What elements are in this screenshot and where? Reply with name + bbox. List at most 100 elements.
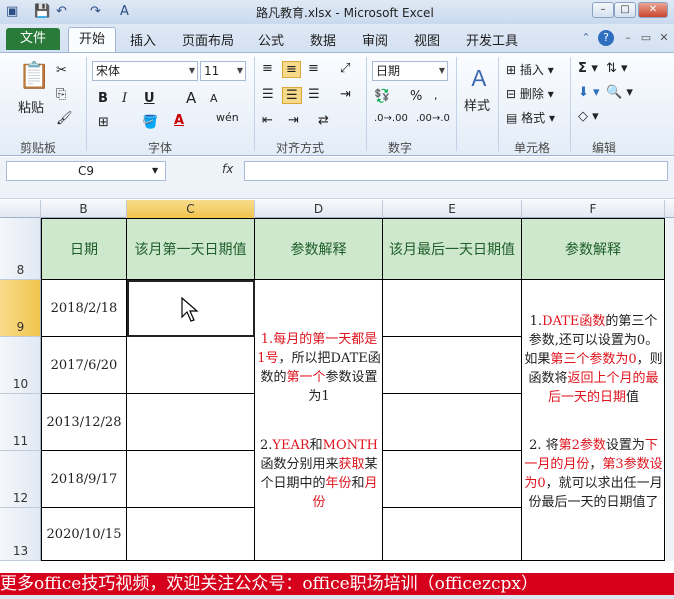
sort-filter-icon[interactable]: ⇅ ▾: [606, 61, 628, 76]
cell-c10[interactable]: [127, 337, 255, 394]
name-box[interactable]: C9: [6, 161, 166, 181]
cell-c13[interactable]: [127, 508, 255, 561]
percent-button[interactable]: %: [410, 89, 422, 104]
select-all-corner[interactable]: [0, 200, 41, 218]
date-cell[interactable]: 2020/10/15: [41, 508, 127, 561]
font-color-icon[interactable]: A: [174, 113, 184, 128]
cell-e10[interactable]: [383, 337, 522, 394]
tab-home[interactable]: 开始: [68, 27, 116, 52]
align-left-icon[interactable]: ☰: [262, 87, 274, 102]
cut-icon[interactable]: ✂: [56, 63, 67, 78]
bold-button[interactable]: B: [98, 91, 108, 106]
minimize-ribbon-icon[interactable]: ⌃: [578, 30, 594, 46]
wrap-text-icon[interactable]: ⇥: [340, 87, 351, 102]
column-header-b[interactable]: B: [41, 200, 127, 218]
window-minimize-icon[interactable]: –: [620, 30, 636, 46]
decrease-decimal-icon[interactable]: .00→.0: [416, 113, 450, 124]
shrink-font-button[interactable]: A: [210, 92, 218, 105]
column-header-f[interactable]: F: [522, 200, 665, 218]
tab-review[interactable]: 审阅: [362, 30, 388, 49]
header-cell-param-note-2[interactable]: 参数解释: [522, 218, 665, 280]
copy-icon[interactable]: ⎘: [56, 87, 66, 102]
align-bottom-icon[interactable]: ≡: [308, 61, 319, 76]
row-header-9[interactable]: 9: [0, 280, 41, 337]
increase-decimal-icon[interactable]: .0→.00: [374, 113, 408, 124]
tab-formulas[interactable]: 公式: [258, 30, 284, 49]
note-cell-d[interactable]: 1.每月的第一天都是1号，所以把DATE函数的第一个参数设置为1 2.YEAR和…: [255, 280, 383, 561]
header-cell-first-day[interactable]: 该月第一天日期值: [127, 218, 255, 280]
italic-button[interactable]: I: [122, 91, 127, 106]
header-cell-param-note-1[interactable]: 参数解释: [255, 218, 383, 280]
date-cell[interactable]: 2013/12/28: [41, 394, 127, 451]
fill-color-icon[interactable]: 🪣: [142, 115, 158, 130]
border-icon[interactable]: ⊞: [98, 115, 109, 130]
row-header-8[interactable]: 8: [0, 218, 41, 280]
cell-e12[interactable]: [383, 451, 522, 508]
align-right-icon[interactable]: ☰: [308, 87, 320, 102]
row-header-11[interactable]: 11: [0, 394, 41, 451]
tab-data[interactable]: 数据: [310, 30, 336, 49]
tab-developer[interactable]: 开发工具: [466, 30, 518, 49]
tab-page-layout[interactable]: 页面布局: [182, 30, 234, 49]
help-icon[interactable]: ?: [598, 30, 614, 46]
autosum-icon[interactable]: Σ ▾: [578, 61, 598, 76]
header-cell-date[interactable]: 日期: [41, 218, 127, 280]
comma-style-icon[interactable]: ,: [434, 89, 438, 102]
align-top-icon[interactable]: ≡: [262, 61, 273, 76]
save-icon[interactable]: 💾: [34, 4, 50, 19]
cell-c11[interactable]: [127, 394, 255, 451]
close-button[interactable]: ✕: [638, 2, 668, 18]
currency-icon[interactable]: 💱: [374, 89, 390, 104]
cell-e9[interactable]: [383, 280, 522, 337]
font-size-select[interactable]: 11 ▼: [200, 61, 246, 81]
row-header-13[interactable]: 13: [0, 508, 41, 561]
clear-icon[interactable]: ◇ ▾: [578, 109, 599, 124]
paste-button[interactable]: 粘贴: [18, 97, 44, 116]
styles-button[interactable]: 样式: [464, 95, 490, 114]
header-cell-last-day[interactable]: 该月最后一天日期值: [383, 218, 522, 280]
date-cell[interactable]: 2018/9/17: [41, 451, 127, 508]
insert-cells-button[interactable]: ⊞ 插入 ▾: [506, 61, 554, 78]
chevron-down-icon[interactable]: ▼: [152, 166, 158, 175]
redo-icon[interactable]: ↷: [90, 4, 101, 19]
phonetic-button[interactable]: wén: [216, 111, 239, 124]
note-cell-f[interactable]: 1.DATE函数的第三个参数,还可以设置为0。如果第三个参数为0，则函数将返回上…: [522, 280, 665, 561]
restore-button[interactable]: □: [614, 2, 636, 18]
merge-center-icon[interactable]: ⇄: [318, 113, 329, 128]
date-cell[interactable]: 2017/6/20: [41, 337, 127, 394]
increase-indent-icon[interactable]: ⇥: [288, 113, 299, 128]
undo-icon[interactable]: ↶: [56, 4, 67, 19]
column-header-d[interactable]: D: [255, 200, 383, 218]
tab-insert[interactable]: 插入: [130, 30, 156, 49]
insert-function-button[interactable]: fx: [222, 162, 233, 176]
window-restore-icon[interactable]: ▭: [638, 30, 654, 46]
tab-file[interactable]: 文件: [6, 28, 60, 50]
row-header-10[interactable]: 10: [0, 337, 41, 394]
format-painter-icon[interactable]: 🖌: [56, 111, 73, 126]
orientation-icon[interactable]: ⤢: [340, 61, 350, 76]
cell-e11[interactable]: [383, 394, 522, 451]
font-color-qa-icon[interactable]: A: [120, 4, 129, 19]
font-name-select[interactable]: 宋体 ▼: [92, 61, 198, 81]
minimize-button[interactable]: –: [592, 2, 614, 18]
cell-e13[interactable]: [383, 508, 522, 561]
paste-icon[interactable]: 📋: [18, 61, 50, 91]
delete-cells-button[interactable]: ⊟ 删除 ▾: [506, 85, 554, 102]
tab-view[interactable]: 视图: [414, 30, 440, 49]
styles-icon[interactable]: Ａ: [468, 61, 490, 93]
align-middle-icon[interactable]: ≡: [282, 61, 301, 78]
align-center-icon[interactable]: ☰: [282, 87, 302, 104]
date-cell[interactable]: 2018/2/18: [41, 280, 127, 337]
window-close-icon[interactable]: ✕: [656, 30, 672, 46]
decrease-indent-icon[interactable]: ⇤: [262, 113, 273, 128]
underline-button[interactable]: U: [144, 91, 155, 106]
column-header-e[interactable]: E: [383, 200, 522, 218]
column-header-c[interactable]: C: [127, 200, 255, 218]
format-cells-button[interactable]: ▤ 格式 ▾: [506, 109, 555, 126]
find-select-icon[interactable]: 🔍 ▾: [606, 85, 633, 100]
grow-font-button[interactable]: A: [186, 89, 196, 107]
row-header-12[interactable]: 12: [0, 451, 41, 508]
formula-input[interactable]: [244, 161, 668, 181]
fill-icon[interactable]: ⬇ ▾: [578, 85, 600, 100]
number-format-select[interactable]: 日期 ▼: [372, 61, 448, 81]
